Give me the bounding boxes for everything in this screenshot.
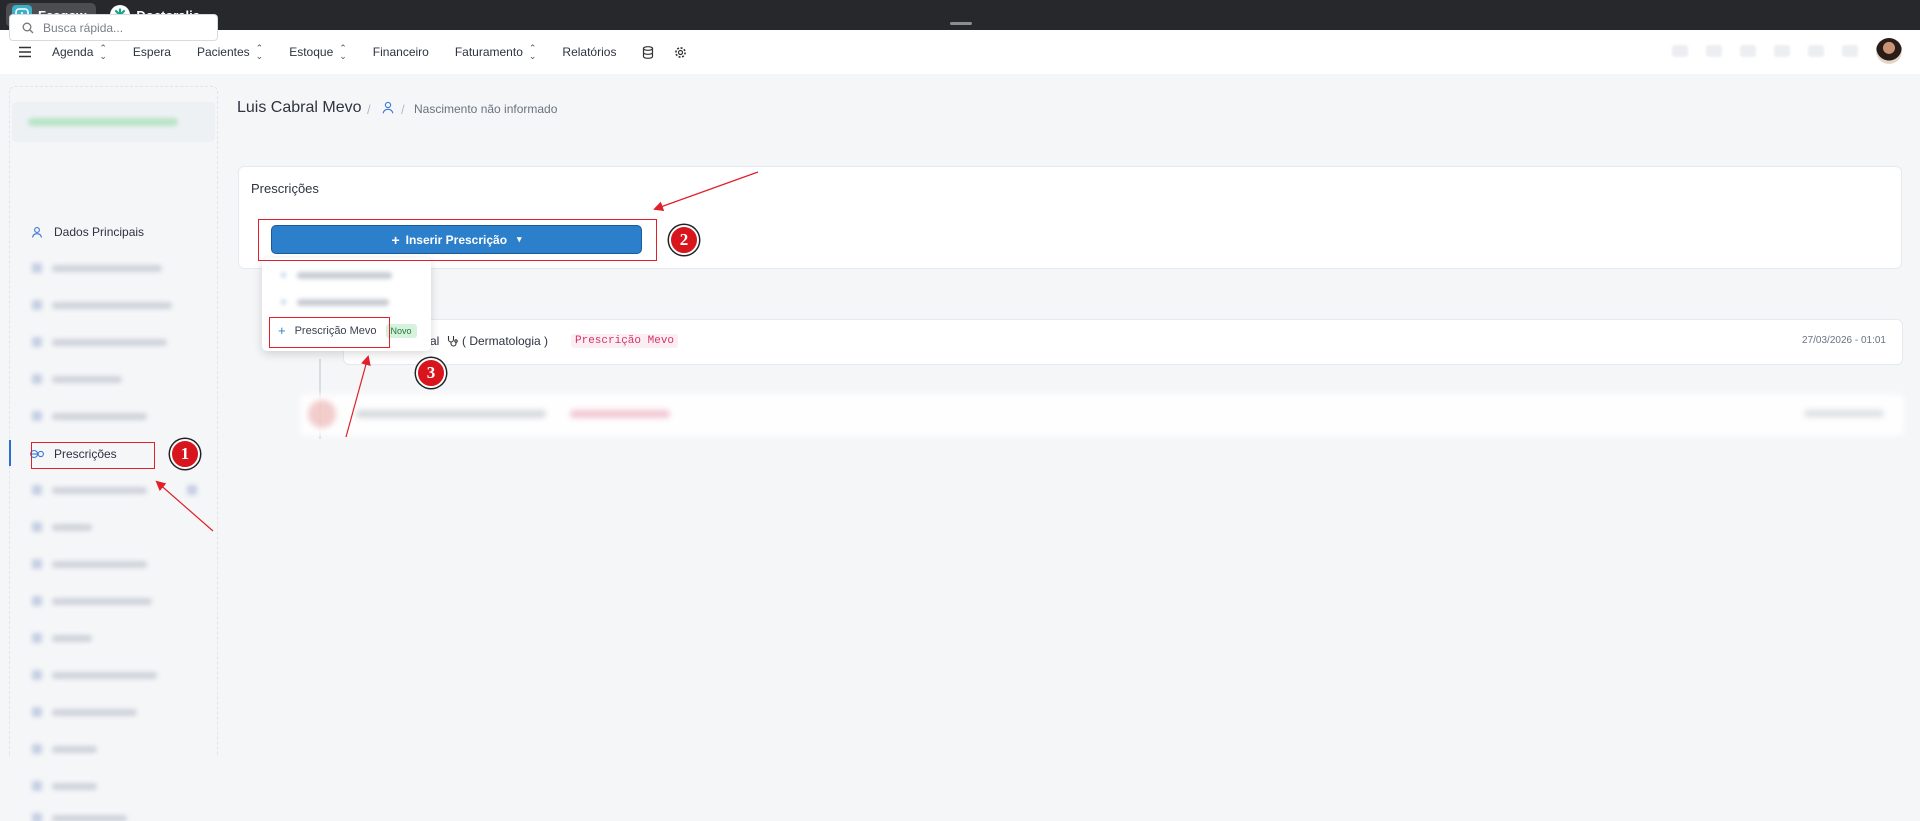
user-icon[interactable] (382, 101, 394, 119)
annotation-box-step-2 (258, 219, 657, 261)
menu-icon[interactable] (18, 46, 32, 58)
sidebar-item-blurred[interactable] (32, 670, 157, 680)
sidebar-item-blurred[interactable] (32, 781, 97, 791)
toolbar-icon[interactable] (1808, 45, 1824, 57)
chevron-updown-icon: ⌃ ⌄ (528, 43, 537, 61)
search-input[interactable] (43, 20, 203, 35)
nav-agenda[interactable]: Agenda ⌃ ⌄ (52, 43, 107, 61)
toolbar-icon[interactable] (1672, 45, 1688, 57)
sidebar-item-blurred[interactable] (32, 522, 92, 532)
sidebar-item-blurred[interactable] (32, 374, 122, 384)
timeline-entry-blurred[interactable] (300, 394, 1904, 436)
entry-doctor: al (430, 334, 440, 348)
nav-right-tools (1672, 38, 1902, 64)
sidebar-item-blurred[interactable] (32, 707, 137, 717)
breadcrumb-separator: / (367, 102, 371, 117)
sidebar-item-blurred[interactable] (32, 263, 162, 273)
sidebar-item-blurred[interactable] (32, 744, 97, 754)
dropdown-item-blurred[interactable]: + (280, 268, 393, 282)
chevron-updown-icon: ⌃ ⌄ (339, 43, 347, 61)
sidebar-item-blurred[interactable] (32, 485, 197, 495)
patient-name: Luis Cabral Mevo (237, 99, 362, 116)
active-indicator (9, 440, 11, 466)
sidebar-item-blurred[interactable] (32, 300, 172, 310)
user-avatar[interactable] (1876, 38, 1902, 64)
annotation-step-2: 2 (669, 225, 699, 255)
card-title: Prescrições (251, 181, 319, 196)
database-icon[interactable] (642, 45, 654, 59)
annotation-step-3: 3 (416, 358, 446, 388)
toolbar-icon[interactable] (1706, 45, 1722, 57)
ai-summary-banner[interactable] (12, 102, 215, 142)
breadcrumb-separator: / (401, 102, 405, 117)
sidebar-item-blurred[interactable] (32, 633, 92, 643)
nav-faturamento[interactable]: Faturamento ⌃ ⌄ (455, 43, 537, 61)
new-badge: Novo (385, 323, 417, 338)
nav-relatorios[interactable]: Relatórios (562, 45, 616, 59)
entry-date: 27/03/2026 - 01:01 (1802, 335, 1886, 346)
nav-pacientes[interactable]: Pacientes ⌃ ⌄ (197, 43, 264, 61)
chevron-updown-icon: ⌃ ⌄ (99, 43, 107, 61)
sidebar-panel (9, 86, 218, 756)
main-navbar: Agenda ⌃ ⌄ Espera Pacientes ⌃ ⌄ Estoque ⌃ ⌄ Fi… (0, 30, 1920, 74)
app-switcher-bar: Feegow Doctoralia (0, 0, 1920, 30)
chevron-updown-icon: ⌃ ⌄ (255, 43, 264, 61)
birth-date: Nascimento não informado (414, 102, 558, 116)
nav-estoque[interactable]: Estoque ⌃ ⌄ (289, 43, 347, 61)
entry-specialty: ( Dermatologia ) (446, 334, 548, 348)
quick-search[interactable] (9, 14, 218, 41)
stethoscope-icon (447, 336, 458, 347)
user-icon (30, 226, 44, 238)
nav-espera[interactable]: Espera (133, 45, 171, 59)
toolbar-icon[interactable] (1740, 45, 1756, 57)
gear-icon[interactable] (674, 46, 687, 59)
toolbar-icon[interactable] (1774, 45, 1790, 57)
annotation-step-1: 1 (170, 439, 200, 469)
sidebar-item-blurred[interactable] (32, 596, 152, 606)
dropdown-item-blurred[interactable]: + (280, 295, 390, 309)
annotation-box-step-3 (269, 317, 390, 348)
sidebar-item-blurred[interactable] (32, 559, 147, 569)
sidebar-item-blurred[interactable] (32, 813, 127, 821)
entry-type-tag: Prescrição Mevo (571, 334, 679, 348)
drag-handle[interactable] (950, 22, 972, 25)
sidebar-item-dados-principais[interactable]: Dados Principais (30, 222, 144, 242)
sidebar-item-blurred[interactable] (32, 337, 167, 347)
sidebar-item-blurred[interactable] (32, 411, 147, 421)
toolbar-icon[interactable] (1842, 45, 1858, 57)
nav-financeiro[interactable]: Financeiro (373, 45, 429, 59)
annotation-box-step-1 (31, 442, 155, 469)
search-icon (22, 22, 34, 33)
